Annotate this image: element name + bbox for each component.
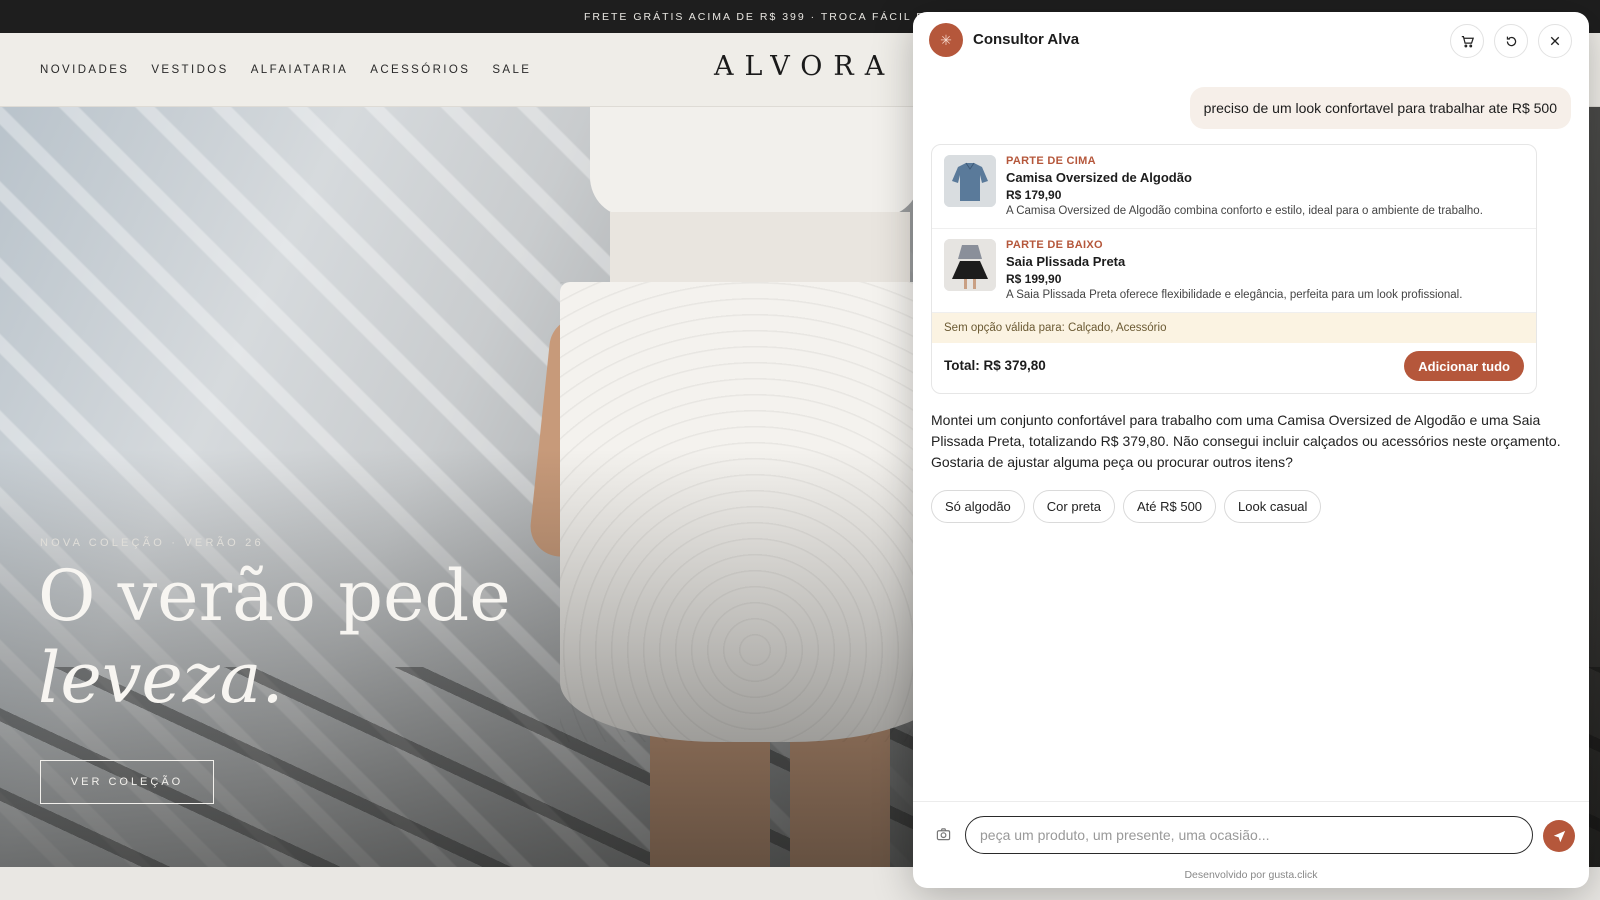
product-description: A Camisa Oversized de Algodão combina co… <box>1006 205 1483 217</box>
hero-title: O verão pede leveza. <box>38 555 511 719</box>
suggestion-chip[interactable]: Até R$ 500 <box>1122 490 1217 523</box>
product-price: R$ 179,90 <box>1006 188 1062 202</box>
hero-title-line1: O verão pede <box>38 555 511 637</box>
camera-button[interactable] <box>933 824 953 844</box>
hero-subtitle: NOVA COLEÇÃO · VERÃO 26 <box>40 537 264 549</box>
product-category: PARTE DE CIMA <box>1006 155 1096 167</box>
chat-header: ✳ Consultor Alva <box>913 12 1589 68</box>
product-name[interactable]: Camisa Oversized de Algodão <box>1006 170 1192 185</box>
nav-novidades[interactable]: NOVIDADES <box>40 64 129 76</box>
cart-button[interactable] <box>1450 24 1484 58</box>
chat-input[interactable] <box>965 816 1533 854</box>
nav-acessorios[interactable]: ACESSÓRIOS <box>370 64 470 76</box>
product-price: R$ 199,90 <box>1006 272 1062 286</box>
suggestion-chip[interactable]: Só algodão <box>931 490 1025 523</box>
powered-by[interactable]: Desenvolvido por gusta.click <box>913 869 1589 888</box>
cart-icon <box>1461 35 1474 47</box>
hero-title-line2: leveza. <box>38 637 284 719</box>
camera-icon <box>936 827 950 840</box>
close-button[interactable] <box>1538 24 1572 58</box>
nav-vestidos[interactable]: VESTIDOS <box>151 64 228 76</box>
nav-alfaiataria[interactable]: ALFAIATARIA <box>251 64 349 76</box>
product-description: A Saia Plissada Preta oferece flexibilid… <box>1006 289 1463 301</box>
outfit-total: Total: R$ 379,80 <box>944 358 1046 373</box>
add-all-button[interactable]: Adicionar tudo <box>1404 351 1524 381</box>
brand-logo[interactable]: ALVORA <box>714 51 895 82</box>
close-icon <box>1550 36 1560 46</box>
chat-composer <box>913 801 1589 869</box>
product-image-skirt <box>944 239 996 291</box>
main-nav: NOVIDADES VESTIDOS ALFAIATARIA ACESSÓRIO… <box>40 33 531 107</box>
send-icon <box>1553 830 1565 842</box>
nav-sale[interactable]: SALE <box>492 64 531 76</box>
product-item[interactable]: PARTE DE BAIXO Saia Plissada Preta R$ 19… <box>932 229 1536 313</box>
refresh-icon <box>1506 36 1516 46</box>
view-collection-button[interactable]: VER COLEÇÃO <box>40 760 214 804</box>
suggestion-chip[interactable]: Look casual <box>1224 490 1322 523</box>
missing-items-warning: Sem opção válida para: Calçado, Acessóri… <box>932 313 1536 343</box>
assistant-message: Montei um conjunto confortável para trab… <box>931 412 1561 470</box>
chat-panel: ✳ Consultor Alva preciso de um look conf… <box>913 12 1589 888</box>
product-image-shirt <box>944 155 996 207</box>
reset-button[interactable] <box>1494 24 1528 58</box>
send-button[interactable] <box>1543 820 1575 852</box>
product-item[interactable]: PARTE DE CIMA Camisa Oversized de Algodã… <box>932 145 1536 229</box>
product-category: PARTE DE BAIXO <box>1006 239 1103 251</box>
suggestion-chips: Só algodão Cor preta Até R$ 500 Look cas… <box>931 490 1322 523</box>
outfit-card: PARTE DE CIMA Camisa Oversized de Algodã… <box>931 144 1537 394</box>
product-name[interactable]: Saia Plissada Preta <box>1006 254 1125 269</box>
suggestion-chip[interactable]: Cor preta <box>1032 490 1115 523</box>
assistant-avatar-icon: ✳ <box>929 23 963 57</box>
promo-text: FRETE GRÁTIS ACIMA DE R$ 399 · TROCA FÁC… <box>584 10 936 23</box>
chat-title: Consultor Alva <box>973 31 1080 48</box>
user-message: preciso de um look confortavel para trab… <box>1189 87 1571 129</box>
